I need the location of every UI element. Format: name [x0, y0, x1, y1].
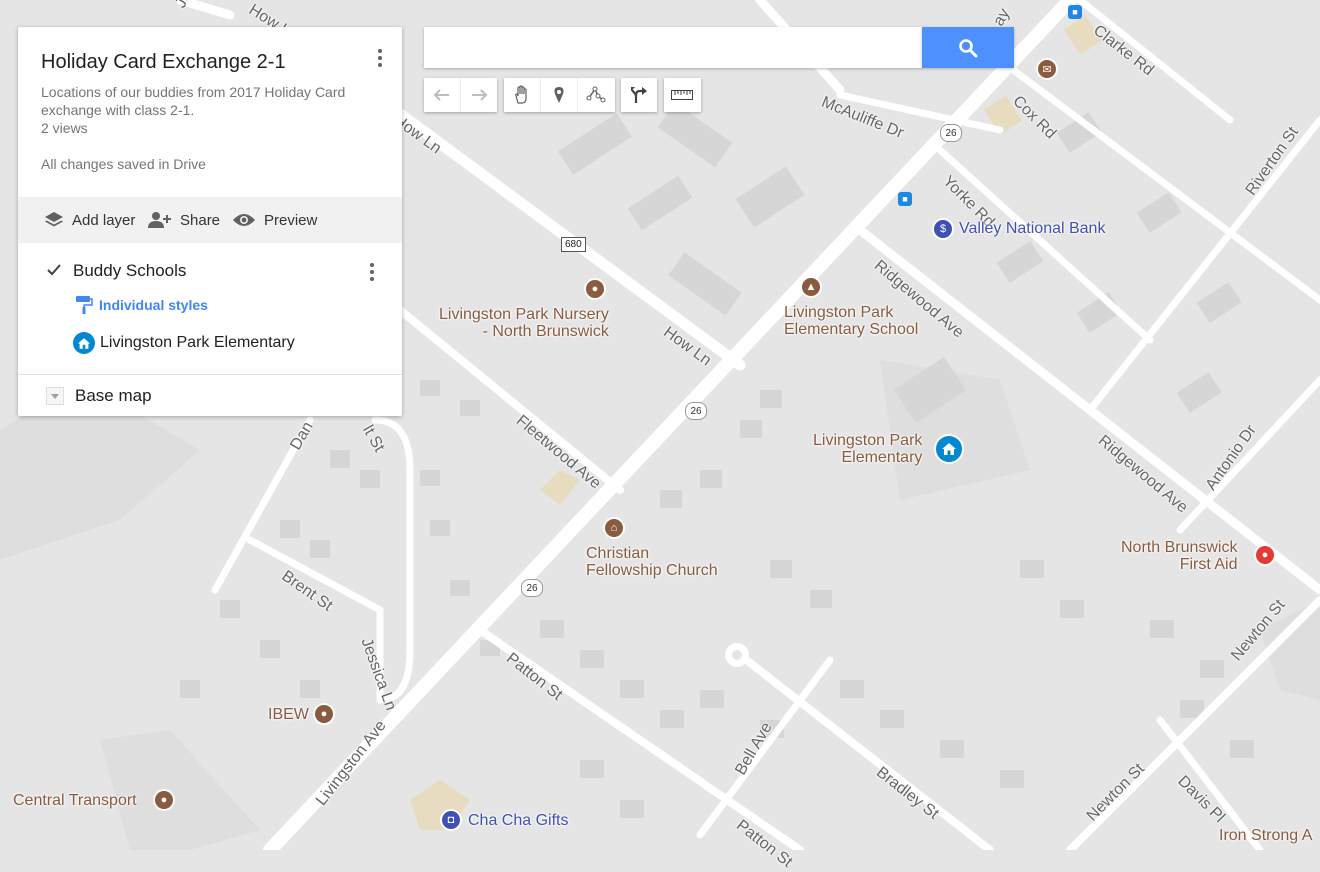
- poi-marker-icon[interactable]: ●: [153, 789, 175, 811]
- feature-label: Livingston Park Elementary: [100, 334, 295, 351]
- poi-label-line: North Brunswick: [1121, 539, 1238, 556]
- add-marker-button[interactable]: [540, 78, 577, 112]
- bus-stop-icon[interactable]: ■: [898, 192, 912, 206]
- views-count: 2 views: [41, 120, 88, 136]
- poi-label-line: - North Brunswick: [482, 323, 609, 340]
- directions-toolbar: [621, 78, 657, 112]
- measure-toolbar: [664, 78, 701, 112]
- school-icon[interactable]: ▲: [800, 276, 822, 298]
- poi-label-line: Livingston Park Nursery: [439, 306, 609, 323]
- add-layer-label: Add layer: [72, 211, 136, 229]
- share-label: Share: [180, 211, 221, 229]
- share-button[interactable]: Share: [148, 197, 220, 243]
- poi-cha-cha-label[interactable]: Cha Cha Gifts: [468, 812, 568, 829]
- map-title[interactable]: Holiday Card Exchange 2-1: [41, 51, 286, 74]
- measure-button[interactable]: [664, 78, 700, 112]
- poi-nursery-label[interactable]: Livingston Park Nursery - North Brunswic…: [439, 306, 609, 340]
- add-person-icon: [148, 212, 171, 228]
- route-shield: 680: [561, 237, 586, 252]
- directions-icon: [631, 87, 647, 103]
- poi-first-aid-label[interactable]: North Brunswick First Aid: [1121, 539, 1237, 573]
- bank-icon[interactable]: $: [932, 218, 954, 240]
- layers-icon: [45, 212, 63, 227]
- save-status: All changes saved in Drive: [41, 156, 206, 172]
- poi-label-line: Christian: [586, 545, 650, 562]
- divider: [18, 374, 402, 375]
- poi-bank-label[interactable]: Valley National Bank: [959, 220, 1105, 237]
- post-office-icon[interactable]: ✉: [1036, 58, 1058, 80]
- poi-label-line: Livingston Park: [813, 432, 923, 449]
- redo-button[interactable]: [460, 78, 497, 112]
- tools-toolbar: [504, 78, 615, 112]
- hand-icon: [515, 85, 527, 104]
- layer-row: Buddy Schools: [46, 259, 376, 283]
- layer-name[interactable]: Buddy Schools: [73, 261, 186, 281]
- search-button[interactable]: [922, 27, 1014, 68]
- poi-label-line: First Aid: [1179, 556, 1238, 573]
- bus-stop-icon[interactable]: ■: [1068, 5, 1082, 19]
- layers-panel: Holiday Card Exchange 2-1 Locations of o…: [18, 27, 402, 416]
- route-shield: 26: [521, 579, 543, 597]
- poi-iron-strong-label[interactable]: Iron Strong A: [1219, 827, 1312, 844]
- individual-styles-link[interactable]: Individual styles: [75, 295, 208, 315]
- poi-ibew-label[interactable]: IBEW: [268, 706, 309, 723]
- route-shield: 26: [940, 124, 962, 142]
- route-shield: 26: [685, 402, 707, 420]
- preview-button[interactable]: Preview: [232, 197, 317, 243]
- add-layer-button[interactable]: Add layer: [44, 197, 135, 243]
- poi-marker-icon[interactable]: ●: [584, 278, 606, 300]
- individual-styles-label: Individual styles: [99, 297, 208, 313]
- home-marker-icon[interactable]: [934, 434, 964, 464]
- base-map-toggle[interactable]: Base map: [46, 385, 152, 407]
- poi-label-line: Elementary: [841, 449, 923, 466]
- poi-label-line: Livingston Park: [784, 304, 894, 321]
- draw-line-button[interactable]: [577, 78, 614, 112]
- ruler-icon: [671, 90, 693, 100]
- draw-line-icon: [586, 86, 606, 103]
- layer-checkbox[interactable]: [46, 262, 62, 278]
- church-icon[interactable]: ⌂: [603, 517, 625, 539]
- paint-roller-icon: [76, 296, 93, 314]
- chevron-down-icon: [46, 387, 64, 405]
- poi-label-line: Elementary School: [784, 321, 919, 338]
- more-options-icon[interactable]: [376, 49, 384, 73]
- history-toolbar: [424, 78, 497, 112]
- first-aid-icon[interactable]: ●: [1254, 544, 1276, 566]
- select-hand-button[interactable]: [504, 78, 540, 112]
- poi-marker-icon[interactable]: ●: [313, 703, 335, 725]
- poi-elementary-label[interactable]: Livingston Park Elementary: [813, 432, 922, 466]
- search-icon: [959, 38, 978, 57]
- marker-icon: [554, 87, 564, 103]
- undo-icon: [433, 89, 449, 101]
- poi-church-label[interactable]: Christian Fellowship Church: [586, 545, 718, 579]
- search-input[interactable]: [424, 27, 922, 68]
- home-marker-icon: [73, 332, 95, 354]
- poi-school-label[interactable]: Livingston Park Elementary School: [784, 304, 918, 338]
- poi-central-transport-label[interactable]: Central Transport: [13, 792, 137, 809]
- preview-label: Preview: [264, 211, 318, 229]
- undo-button[interactable]: [424, 78, 460, 112]
- layer-options-icon[interactable]: [368, 263, 376, 285]
- poi-label-line: Fellowship Church: [586, 562, 718, 579]
- base-map-label: Base map: [75, 386, 152, 405]
- map-description[interactable]: Locations of our buddies from 2017 Holid…: [41, 83, 381, 119]
- panel-actions: Add layer Share Preview: [18, 197, 402, 243]
- shopping-bag-icon[interactable]: ◘: [440, 809, 462, 831]
- layer-feature-item[interactable]: Livingston Park Elementary: [73, 331, 295, 355]
- redo-icon: [472, 89, 488, 101]
- eye-icon: [233, 214, 255, 226]
- add-directions-button[interactable]: [621, 78, 657, 112]
